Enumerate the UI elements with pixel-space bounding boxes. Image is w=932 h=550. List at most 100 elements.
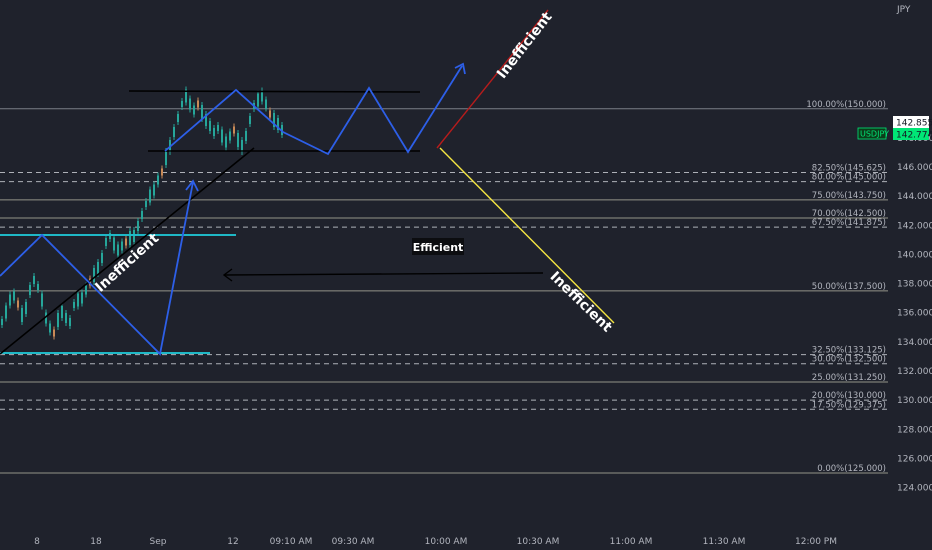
candle-body xyxy=(73,302,75,308)
fib-label-12: 0.00%(125.000) xyxy=(817,464,886,474)
candle-body xyxy=(153,184,155,196)
candle-body xyxy=(137,221,139,231)
candle-body xyxy=(225,136,227,148)
fib-label-5: 67.50%(141.875) xyxy=(812,218,886,228)
x-tick-0: 8 xyxy=(34,537,40,547)
candle-body xyxy=(197,100,199,108)
fib-label-0: 100.00%(150.000) xyxy=(806,100,886,110)
candle-body xyxy=(113,237,115,251)
y-tick-9: 130.000 xyxy=(897,396,932,406)
y-tick-10: 128.000 xyxy=(897,425,932,435)
x-tick-3: 12 xyxy=(227,537,238,547)
candle-body xyxy=(13,291,15,301)
svg-text:142.855: 142.855 xyxy=(896,119,932,129)
candle-body xyxy=(57,313,59,327)
candle-body xyxy=(25,302,27,314)
candle-body xyxy=(93,268,95,282)
y-tick-8: 132.000 xyxy=(897,367,932,377)
candle-body xyxy=(161,168,163,176)
candle-body xyxy=(269,110,271,118)
candle-body xyxy=(249,116,251,124)
candle-body xyxy=(37,284,39,290)
candle-body xyxy=(121,241,123,251)
candle-body xyxy=(117,244,119,256)
svg-text:142.774: 142.774 xyxy=(896,131,932,141)
candle-body xyxy=(209,121,211,131)
candle-body xyxy=(1,319,3,325)
y-tick-1: 146.000 xyxy=(897,163,932,173)
annotation-efficient: Efficient xyxy=(412,238,464,255)
candle-body xyxy=(53,329,55,337)
candle-body xyxy=(213,128,215,136)
fib-label-3: 75.00%(143.750) xyxy=(812,191,886,201)
candle-body xyxy=(157,175,159,185)
candle-body xyxy=(29,285,31,295)
fib-label-8: 30.00%(132.500) xyxy=(812,355,886,365)
candle-body xyxy=(5,305,7,319)
x-tick-7: 10:30 AM xyxy=(517,537,560,547)
candle-body xyxy=(145,201,147,207)
candle-body xyxy=(81,292,83,304)
candle-body xyxy=(129,231,131,245)
candle-body xyxy=(9,294,11,306)
last-price-tag: 142.855 xyxy=(893,116,932,129)
candle-body xyxy=(221,129,223,143)
candle-body xyxy=(65,313,67,323)
y-tick-2: 144.000 xyxy=(897,192,932,202)
x-tick-10: 12:00 PM xyxy=(795,537,837,547)
time-axis[interactable]: 8 18 Sep 12 09:10 AM 09:30 AM 10:00 AM 10:30 AM… xyxy=(34,537,837,547)
candle-body xyxy=(101,253,103,263)
fib-label-11: 17.50%(129.375) xyxy=(812,400,886,410)
candle-body xyxy=(165,151,167,165)
price-chart[interactable]: 100.00%(150.000)82.50%(145.625)80.00%(14… xyxy=(0,0,932,550)
x-tick-6: 10:00 AM xyxy=(425,537,468,547)
candle-body xyxy=(201,105,203,119)
candle-body xyxy=(229,131,231,141)
svg-text:Efficient: Efficient xyxy=(413,241,464,254)
candle-body xyxy=(49,323,51,333)
candle-body xyxy=(177,114,179,122)
fib-label-6: 50.00%(137.500) xyxy=(812,282,886,292)
y-tick-6: 136.000 xyxy=(897,309,932,319)
y-tick-3: 142.000 xyxy=(897,221,932,231)
y-tick-7: 134.000 xyxy=(897,338,932,348)
candle-body xyxy=(173,127,175,137)
candle-body xyxy=(97,262,99,274)
range-top-line xyxy=(128,90,421,93)
candle-body xyxy=(245,131,247,141)
x-tick-1: 18 xyxy=(90,537,102,547)
candle-body xyxy=(141,211,143,219)
candle-body xyxy=(85,285,87,295)
candle-body xyxy=(77,293,79,307)
symbol-tag: USDJPY 142.774 xyxy=(857,127,932,141)
candle-body xyxy=(125,238,127,246)
y-tick-11: 126.000 xyxy=(897,454,932,464)
candle-body xyxy=(61,306,63,318)
fib-label-2: 80.00%(145.000) xyxy=(812,173,886,183)
candle-body xyxy=(21,308,23,322)
y-tick-4: 140.000 xyxy=(897,250,932,260)
x-tick-2: Sep xyxy=(150,537,167,547)
x-tick-9: 11:30 AM xyxy=(703,537,746,547)
candle-body xyxy=(237,133,239,147)
x-tick-8: 11:00 AM xyxy=(610,537,653,547)
x-tick-4: 09:10 AM xyxy=(270,537,313,547)
candle-body xyxy=(17,300,19,308)
x-tick-5: 09:30 AM xyxy=(332,537,375,547)
candle-body xyxy=(69,318,71,326)
candle-body xyxy=(217,125,219,131)
candle-body xyxy=(33,276,35,284)
candle-body xyxy=(105,238,107,246)
candle-body xyxy=(189,98,191,110)
candle-body xyxy=(41,293,43,307)
fib-label-9: 25.00%(131.250) xyxy=(812,373,886,383)
candle-body xyxy=(193,105,195,115)
candle-body xyxy=(233,126,235,134)
candle-body xyxy=(265,99,267,109)
chart-background xyxy=(0,0,932,550)
svg-text:USDJPY: USDJPY xyxy=(860,130,889,139)
y-tick-5: 138.000 xyxy=(897,280,932,290)
candle-body xyxy=(257,93,259,107)
candle-body xyxy=(181,101,183,107)
candle-body xyxy=(149,189,151,203)
